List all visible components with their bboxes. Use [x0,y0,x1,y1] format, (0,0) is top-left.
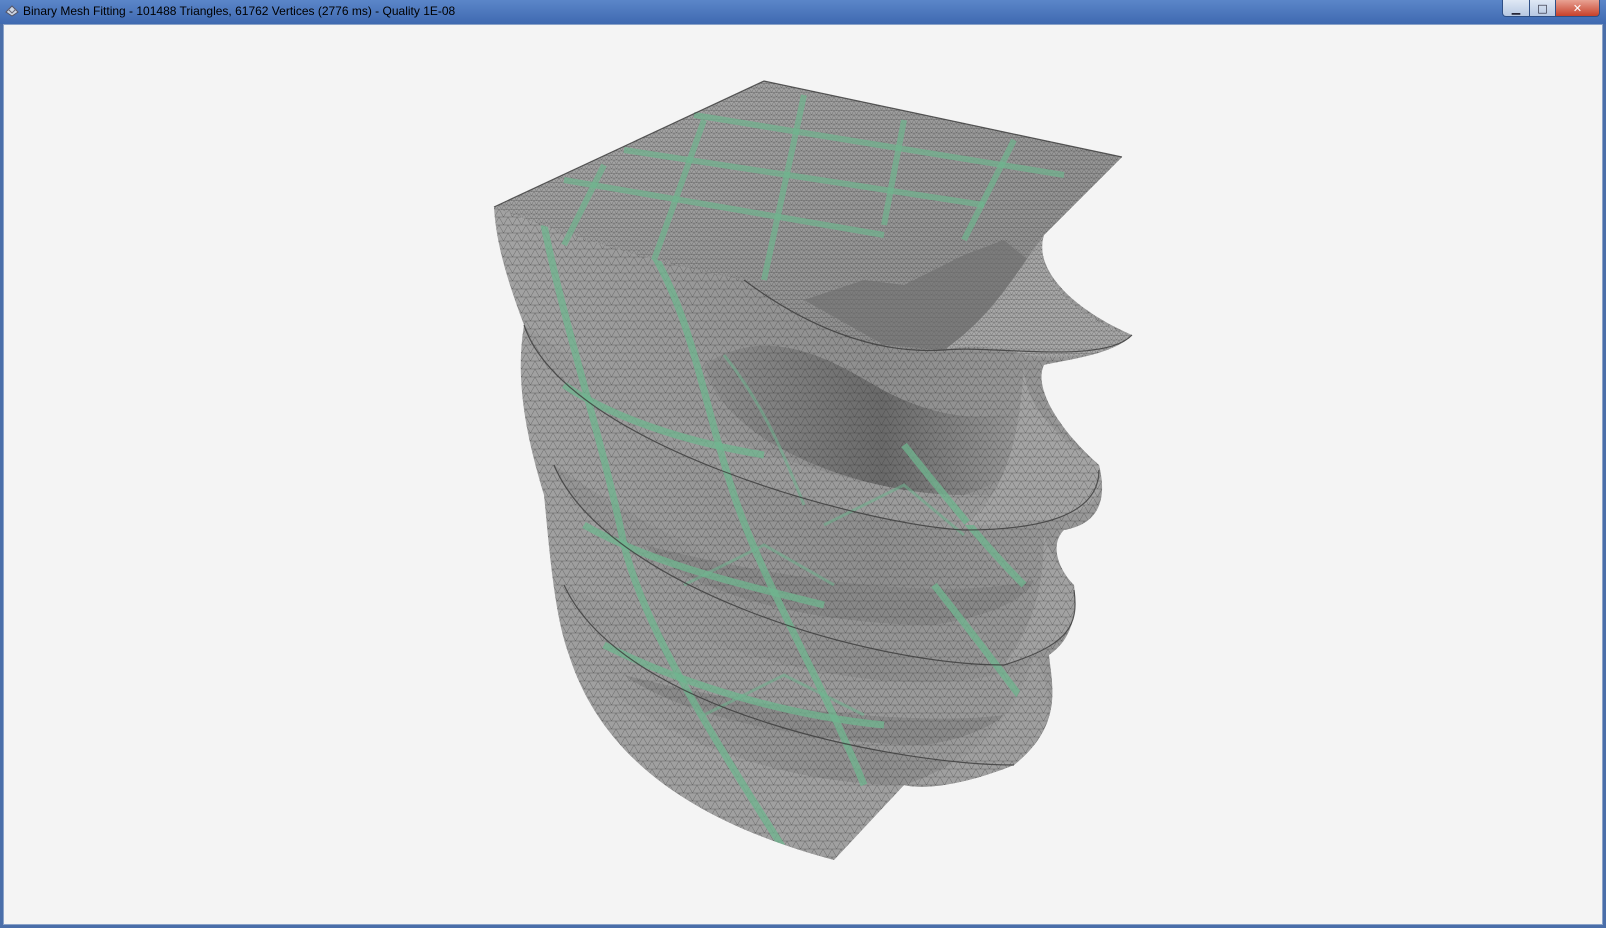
window-controls: ▁ □ ✕ [1502,0,1600,18]
maximize-icon: □ [1537,1,1548,15]
window-title: Binary Mesh Fitting - 101488 Triangles, … [23,4,456,18]
close-button[interactable]: ✕ [1556,0,1600,17]
maximize-button[interactable]: □ [1530,0,1556,17]
3d-viewport[interactable] [3,24,1603,925]
app-icon [4,3,20,19]
minimize-icon: ▁ [1511,1,1521,15]
title-bar[interactable]: Binary Mesh Fitting - 101488 Triangles, … [0,0,1606,24]
helix-mesh-object [493,80,1133,860]
mesh-render [493,80,1133,860]
close-icon: ✕ [1572,1,1583,15]
minimize-button[interactable]: ▁ [1502,0,1530,17]
